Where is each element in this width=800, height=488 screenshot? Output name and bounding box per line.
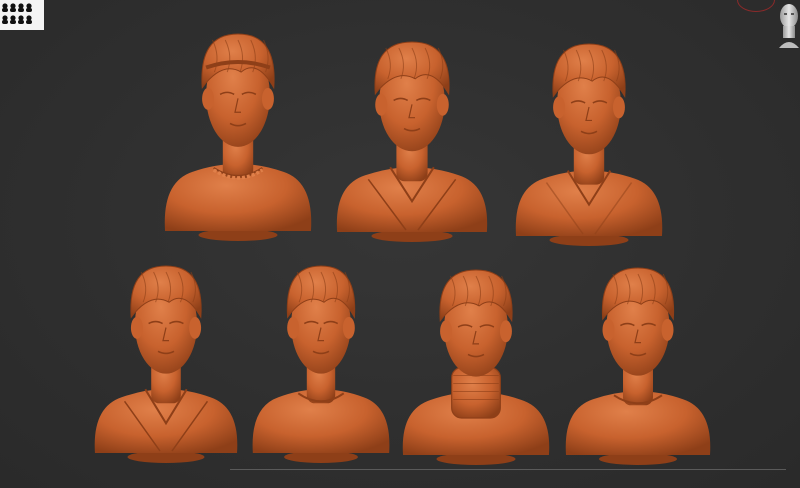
bust-2[interactable] [334, 38, 490, 246]
left-ear [202, 87, 215, 110]
right-ear [189, 316, 202, 339]
bust-6[interactable] [400, 266, 552, 469]
bust-5[interactable] [250, 262, 392, 467]
left-ear [287, 316, 300, 339]
subtool-thumbnail-icon[interactable] [0, 0, 44, 30]
bust-1[interactable] [162, 30, 314, 245]
axis-head-icon[interactable] [776, 0, 800, 50]
left-ear [602, 318, 615, 341]
left-ear [440, 320, 453, 343]
bust-3[interactable] [513, 40, 665, 250]
sculpt-viewport[interactable] [0, 0, 800, 488]
right-ear [436, 93, 449, 116]
left-ear [130, 316, 143, 339]
left-ear [375, 93, 388, 116]
right-ear [261, 87, 274, 110]
rotation-gizmo-arc[interactable] [737, 0, 775, 12]
right-ear [612, 96, 625, 119]
right-ear [661, 318, 674, 341]
floor-grid-line [230, 469, 786, 470]
bust-4[interactable] [92, 262, 240, 467]
right-ear [342, 316, 355, 339]
left-ear [553, 96, 566, 119]
right-ear [499, 320, 512, 343]
bust-7[interactable] [563, 264, 713, 469]
